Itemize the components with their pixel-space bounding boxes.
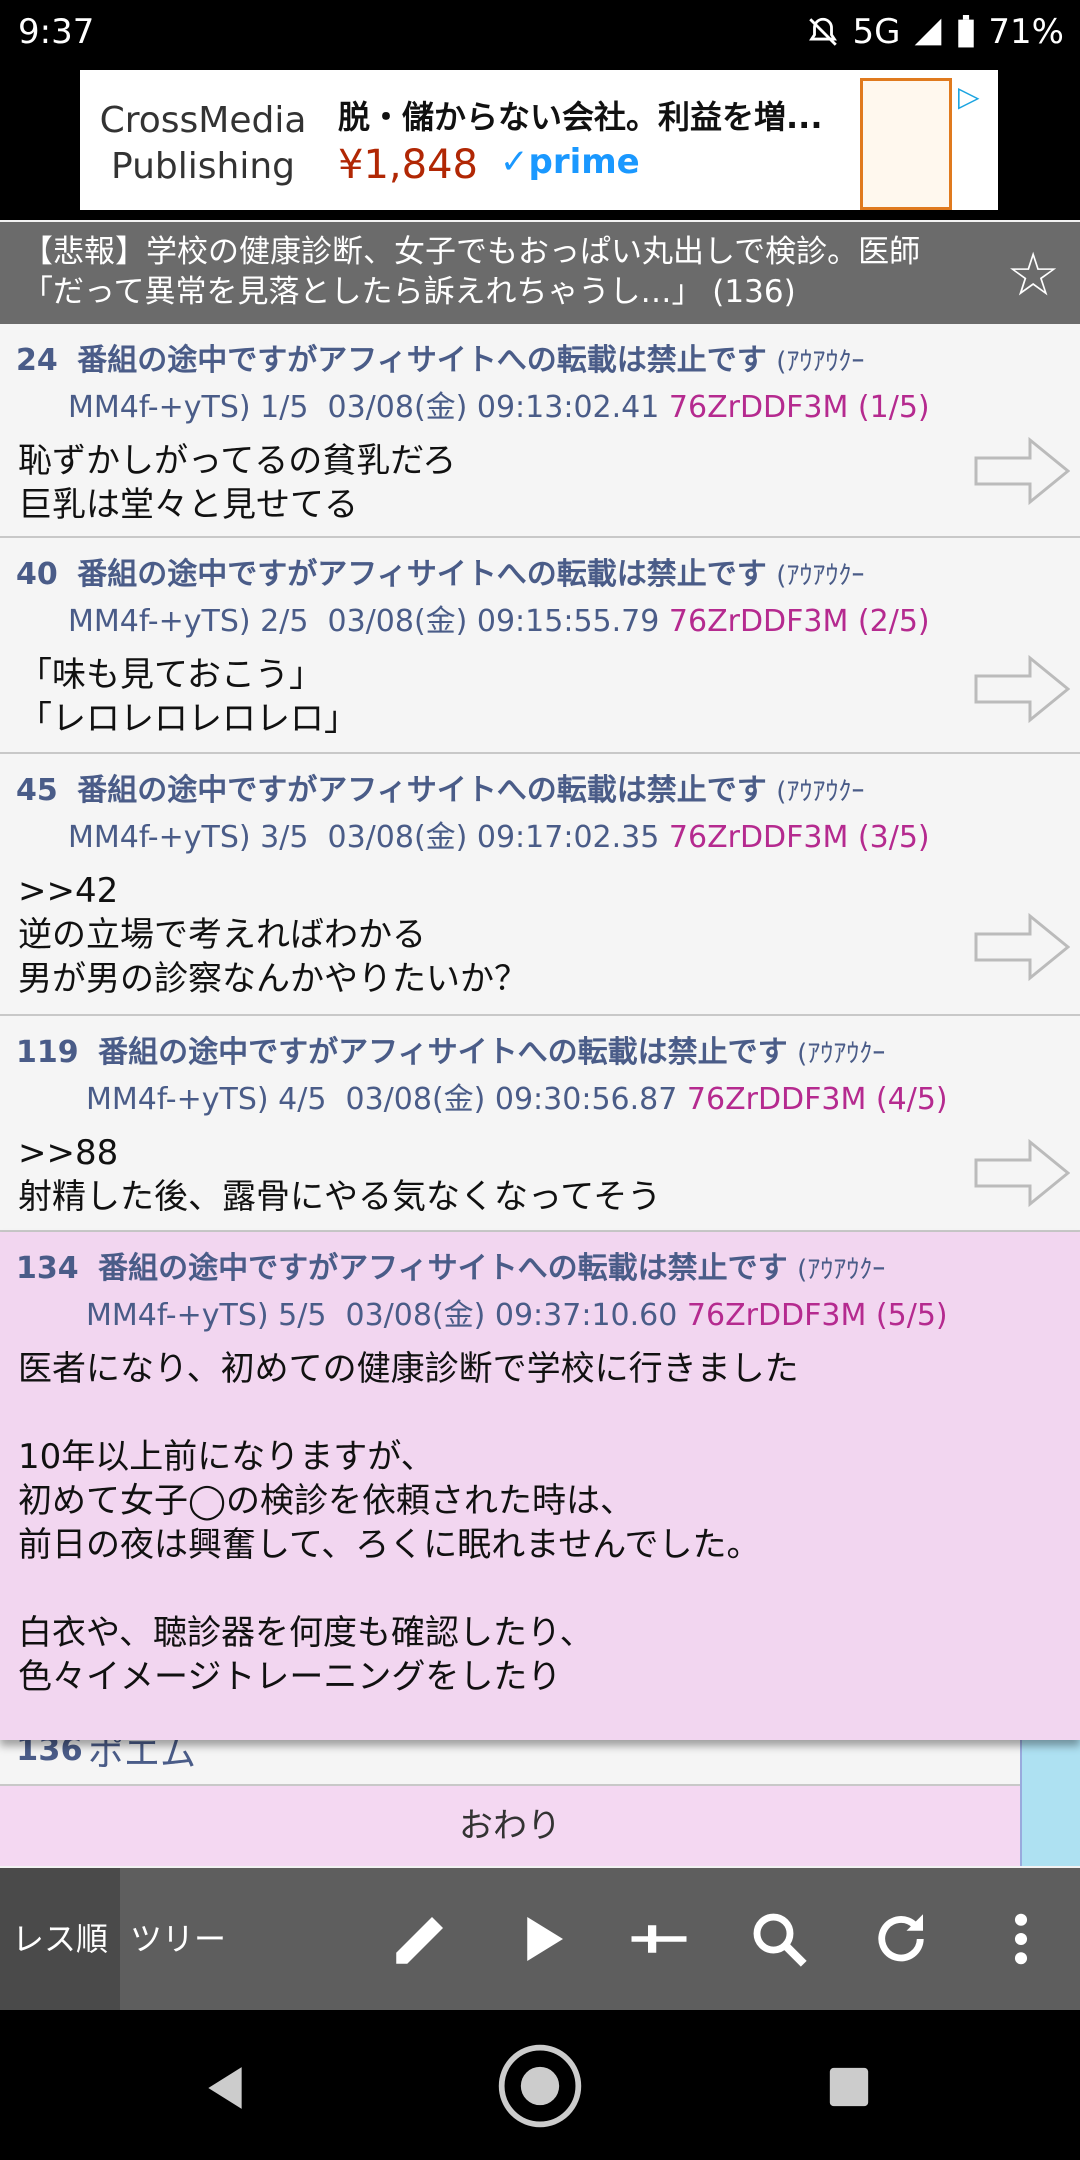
ad-price: ¥1,848 xyxy=(338,142,478,188)
star-icon[interactable]: ☆ xyxy=(1006,240,1060,310)
post-number[interactable]: 119 xyxy=(16,1035,79,1070)
tab-tree[interactable]: ツリー xyxy=(130,1868,226,2010)
signal-icon xyxy=(915,18,942,46)
post-header: 134 番組の途中ですがアフィサイトへの転載は禁止です (ｱｳｱｳｸｰ xyxy=(0,1232,1080,1293)
reply-arrow-icon[interactable] xyxy=(974,436,1070,506)
search-icon[interactable] xyxy=(746,1906,812,1972)
post-item: 119 番組の途中ですがアフィサイトへの転載は禁止です (ｱｳｱｳｸｰ MM4f… xyxy=(0,1016,1080,1232)
post-trip: (ｱｳｱｳｸｰ xyxy=(776,561,865,591)
post-item-popup: 134 番組の途中ですがアフィサイトへの転載は禁止です (ｱｳｱｳｸｰ MM4f… xyxy=(0,1232,1080,1740)
post-trip: (ｱｳｱｳｸｰ xyxy=(776,777,865,807)
bell-off-icon xyxy=(809,17,838,46)
ad-prime-badge: ✓prime xyxy=(500,142,640,182)
post-id[interactable]: 76ZrDDF3M (5/5) xyxy=(687,1298,948,1333)
ad-title: 脱・儲からない会社。利益を増... xyxy=(338,98,823,136)
pencil-icon[interactable] xyxy=(388,1906,454,1972)
post-trip: (ｱｳｱｳｸｰ xyxy=(776,347,865,377)
reply-arrow-icon[interactable] xyxy=(974,654,1070,724)
ad-choices-icon[interactable]: ▷ xyxy=(958,80,988,113)
post-number[interactable]: 45 xyxy=(16,773,58,808)
post-author: 番組の途中ですがアフィサイトへの転載は禁止です xyxy=(77,773,767,808)
post-body: 「味も見ておこう」 「レロレロレロレロ」 xyxy=(18,655,358,739)
post-meta: MM4f-+yTS) 3/5 03/08(金) 09:17:02.35 76Zr… xyxy=(68,820,930,855)
battery-percent: 71% xyxy=(988,12,1064,52)
play-icon[interactable] xyxy=(508,1906,574,1972)
recents-icon[interactable] xyxy=(826,2064,872,2110)
ad-banner[interactable]: CrossMedia Publishing 脱・儲からない会社。利益を増... … xyxy=(80,70,998,210)
post-header: 24 番組の途中ですがアフィサイトへの転載は禁止です (ｱｳｱｳｸｰ xyxy=(0,324,1080,385)
post-number[interactable]: 24 xyxy=(16,343,58,378)
post-meta: MM4f-+yTS) 1/5 03/08(金) 09:13:02.41 76Zr… xyxy=(68,390,930,425)
back-icon[interactable] xyxy=(200,2062,250,2114)
post-body: >>42 逆の立場で考えればわかる 男が男の診察なんかやりたいか？ xyxy=(18,871,528,999)
post-meta: MM4f-+yTS) 4/5 03/08(金) 09:30:56.87 76Zr… xyxy=(86,1082,948,1117)
post-number[interactable]: 40 xyxy=(16,557,58,592)
post-id[interactable]: 76ZrDDF3M (2/5) xyxy=(669,604,930,639)
tab-order[interactable]: レス順 xyxy=(0,1868,120,2010)
post-id[interactable]: 76ZrDDF3M (1/5) xyxy=(669,390,930,425)
post-author: 番組の途中ですがアフィサイトへの転載は禁止です xyxy=(98,1251,788,1286)
scroll-indicator[interactable] xyxy=(1020,1740,1080,1866)
post-author: 番組の途中ですがアフィサイトへの転載は禁止です xyxy=(77,343,767,378)
post-trip: (ｱｳｱｳｸｰ xyxy=(797,1255,886,1285)
post-meta: MM4f-+yTS) 2/5 03/08(金) 09:15:55.79 76Zr… xyxy=(68,604,930,639)
post-header: 119 番組の途中ですがアフィサイトへの転載は禁止です (ｱｳｱｳｸｰ xyxy=(0,1016,1080,1077)
end-of-thread-label: おわり xyxy=(0,1786,1020,1866)
post-list: 24 番組の途中ですがアフィサイトへの転載は禁止です (ｱｳｱｳｸｰ MM4f-… xyxy=(0,324,1080,1740)
reply-arrow-icon[interactable] xyxy=(974,912,1070,982)
post-item: 40 番組の途中ですがアフィサイトへの転載は禁止です (ｱｳｱｳｸｰ MM4f-… xyxy=(0,538,1080,754)
slider-icon[interactable] xyxy=(626,1906,692,1972)
refresh-icon[interactable] xyxy=(868,1906,934,1972)
thread-header: 【悲報】学校の健康診断、女子でもおっぱい丸出しで検診。医師「だって異常を見落とし… xyxy=(0,222,1080,324)
post-author: 番組の途中ですがアフィサイトへの転載は禁止です xyxy=(98,1035,788,1070)
post-author: 番組の途中ですがアフィサイトへの転載は禁止です xyxy=(77,557,767,592)
ad-brand: CrossMedia Publishing xyxy=(99,100,307,187)
bottom-toolbar: レス順 ツリー xyxy=(0,1868,1080,2010)
status-time: 9:37 xyxy=(18,12,95,52)
battery-icon xyxy=(958,15,975,48)
home-icon[interactable] xyxy=(494,2040,586,2132)
ad-area: CrossMedia Publishing 脱・儲からない会社。利益を増... … xyxy=(0,68,1080,220)
post-body: >>88 射精した後、露骨にやる気なくなってそう xyxy=(18,1133,662,1217)
post-id[interactable]: 76ZrDDF3M (3/5) xyxy=(669,820,930,855)
status-bar: 9:37 5G 71% xyxy=(0,0,1080,68)
post-number[interactable]: 134 xyxy=(16,1251,79,1286)
ad-book-image xyxy=(860,78,952,210)
post-header: 40 番組の途中ですがアフィサイトへの転載は禁止です (ｱｳｱｳｸｰ xyxy=(0,538,1080,599)
post-trip: (ｱｳｱｳｸｰ xyxy=(797,1039,886,1069)
thread-title: 【悲報】学校の健康診断、女子でもおっぱい丸出しで検診。医師「だって異常を見落とし… xyxy=(22,234,921,310)
post-header: 45 番組の途中ですがアフィサイトへの転載は禁止です (ｱｳｱｳｸｰ xyxy=(0,754,1080,815)
post-id[interactable]: 76ZrDDF3M (4/5) xyxy=(687,1082,948,1117)
post-body: 医者になり、初めての健康診断で学校に行きました 10年以上前になりますが、 初め… xyxy=(18,1349,799,1697)
network-label: 5G xyxy=(852,12,901,52)
post-body: 恥ずかしがってるの貧乳だろ 巨乳は堂々と見せてる xyxy=(18,441,457,525)
post-item: 24 番組の途中ですがアフィサイトへの転載は禁止です (ｱｳｱｳｸｰ MM4f-… xyxy=(0,324,1080,538)
navigation-bar xyxy=(0,2010,1080,2160)
reply-arrow-icon[interactable] xyxy=(974,1138,1070,1208)
status-icons: 5G 71% xyxy=(806,12,1064,52)
post-meta: MM4f-+yTS) 5/5 03/08(金) 09:37:10.60 76Zr… xyxy=(86,1298,948,1333)
more-vert-icon[interactable] xyxy=(988,1906,1054,1972)
post-item: 45 番組の途中ですがアフィサイトへの転載は禁止です (ｱｳｱｳｸｰ MM4f-… xyxy=(0,754,1080,1016)
